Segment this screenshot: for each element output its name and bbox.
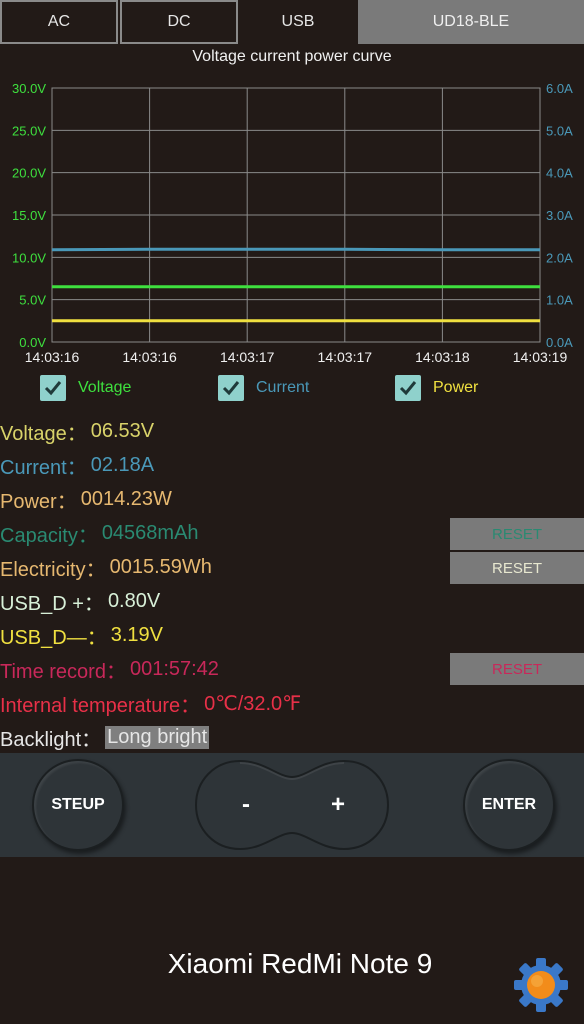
time-record-value: 001:57:42 (129, 657, 219, 680)
y-left-tick-label: 20.0V (12, 166, 46, 181)
y-right-tick-label: 4.0A (546, 166, 573, 181)
x-tick-label: 14:03:17 (220, 349, 275, 365)
electricity-reading: Electricity： 0015.59Wh (0, 552, 212, 582)
power-value: 0014.23W (80, 487, 172, 510)
device-name: Xiaomi RedMi Note 9 (167, 948, 433, 979)
y-right-tick-label: 3.0A (546, 208, 573, 223)
temperature-value: 0℃/32.0℉ (204, 692, 302, 715)
capacity-label: Capacity： (0, 524, 98, 547)
capacity-reading: Capacity： 04568mAh (0, 518, 199, 548)
electricity-value: 0015.59Wh (109, 555, 212, 578)
y-right-tick-label: 0.0A (546, 335, 573, 350)
legend-label-voltage: Voltage (78, 379, 132, 396)
y-left-tick-label: 10.0V (12, 250, 46, 265)
current-checkbox[interactable] (218, 375, 244, 401)
legend-label-current: Current (256, 379, 310, 396)
gear-icon[interactable] (512, 956, 570, 1014)
legend-power[interactable]: Power (395, 375, 478, 401)
voltage-value: 06.53V (90, 419, 155, 442)
voltage-label: Voltage： (0, 422, 87, 445)
backlight-setting: Backlight： Long bright (0, 722, 210, 752)
time-reset-button[interactable]: RESET (450, 653, 584, 685)
current-label: Current： (0, 456, 87, 479)
y-right-tick-label: 1.0A (546, 293, 573, 308)
power-reading: Power： 0014.23W (0, 484, 172, 514)
enter-button[interactable]: ENTER (463, 759, 555, 851)
x-tick-label: 14:03:17 (318, 349, 373, 365)
y-left-tick-label: 30.0V (12, 81, 46, 96)
usb-d-plus-label: USB_D +： (0, 592, 104, 615)
time-record-label: Time record： (0, 660, 126, 683)
legend-current[interactable]: Current (218, 375, 309, 401)
chart-title: Voltage current power curve (192, 48, 392, 65)
check-icon (44, 381, 62, 396)
temperature-reading: Internal temperature： 0℃/32.0℉ (0, 688, 301, 718)
plus-button[interactable]: + (292, 759, 384, 851)
check-icon (399, 381, 417, 396)
y-left-tick-label: 5.0V (19, 293, 46, 308)
minus-button[interactable]: - (200, 759, 292, 851)
usb-d-minus-reading: USB_D—： 3.19V (0, 620, 163, 650)
power-label: Power： (0, 490, 77, 513)
tab-dc[interactable]: DC (120, 0, 238, 44)
power-checkbox[interactable] (395, 375, 421, 401)
legend-label-power: Power (433, 379, 479, 396)
x-tick-label: 14:03:16 (25, 349, 80, 365)
current-value: 02.18A (90, 453, 155, 476)
check-icon (222, 381, 240, 396)
tab-bar: AC DC USB UD18-BLE (0, 0, 584, 44)
tab-device-ud18-ble[interactable]: UD18-BLE (358, 0, 584, 44)
usb-d-plus-value: 0.80V (107, 589, 161, 612)
tab-usb[interactable]: USB (238, 0, 358, 44)
time-record-reading: Time record： 001:57:42 (0, 654, 219, 684)
y-left-tick-label: 0.0V (19, 335, 46, 350)
voltage-reading: Voltage： 06.53V (0, 416, 154, 446)
x-tick-label: 14:03:18 (415, 349, 470, 365)
control-bar: STEUP - + ENTER (0, 753, 584, 857)
backlight-value[interactable]: Long bright (105, 725, 210, 749)
y-right-tick-label: 2.0A (546, 250, 573, 265)
y-right-tick-label: 6.0A (546, 81, 573, 96)
setup-button[interactable]: STEUP (32, 759, 124, 851)
temperature-label: Internal temperature： (0, 694, 201, 717)
usb-d-plus-reading: USB_D +： 0.80V (0, 586, 160, 616)
y-left-tick-label: 15.0V (12, 208, 46, 223)
chart-legend: Voltage Current Power (0, 375, 584, 405)
x-tick-label: 14:03:16 (122, 349, 177, 365)
current-reading: Current： 02.18A (0, 450, 154, 480)
y-right-tick-label: 5.0A (546, 123, 573, 138)
legend-voltage[interactable]: Voltage (40, 375, 131, 401)
voltage-current-power-chart: 0.0V 0.0A 5.0V 1.0A 10.0V 2.0A 15.0V 3.0A 20.0V 4… (12, 81, 573, 365)
capacity-value: 04568mAh (101, 521, 199, 544)
y-left-tick-label: 25.0V (12, 123, 46, 138)
capacity-reset-button[interactable]: RESET (450, 518, 584, 550)
usb-d-minus-label: USB_D—： (0, 626, 107, 649)
electricity-reset-button[interactable]: RESET (450, 552, 584, 584)
backlight-label: Backlight： (0, 728, 102, 751)
voltage-checkbox[interactable] (40, 375, 66, 401)
plus-minus-control: - + (194, 759, 390, 851)
x-tick-label: 14:03:19 (513, 349, 568, 365)
usb-d-minus-value: 3.19V (110, 623, 163, 646)
electricity-label: Electricity： (0, 558, 106, 581)
tab-ac[interactable]: AC (0, 0, 118, 44)
